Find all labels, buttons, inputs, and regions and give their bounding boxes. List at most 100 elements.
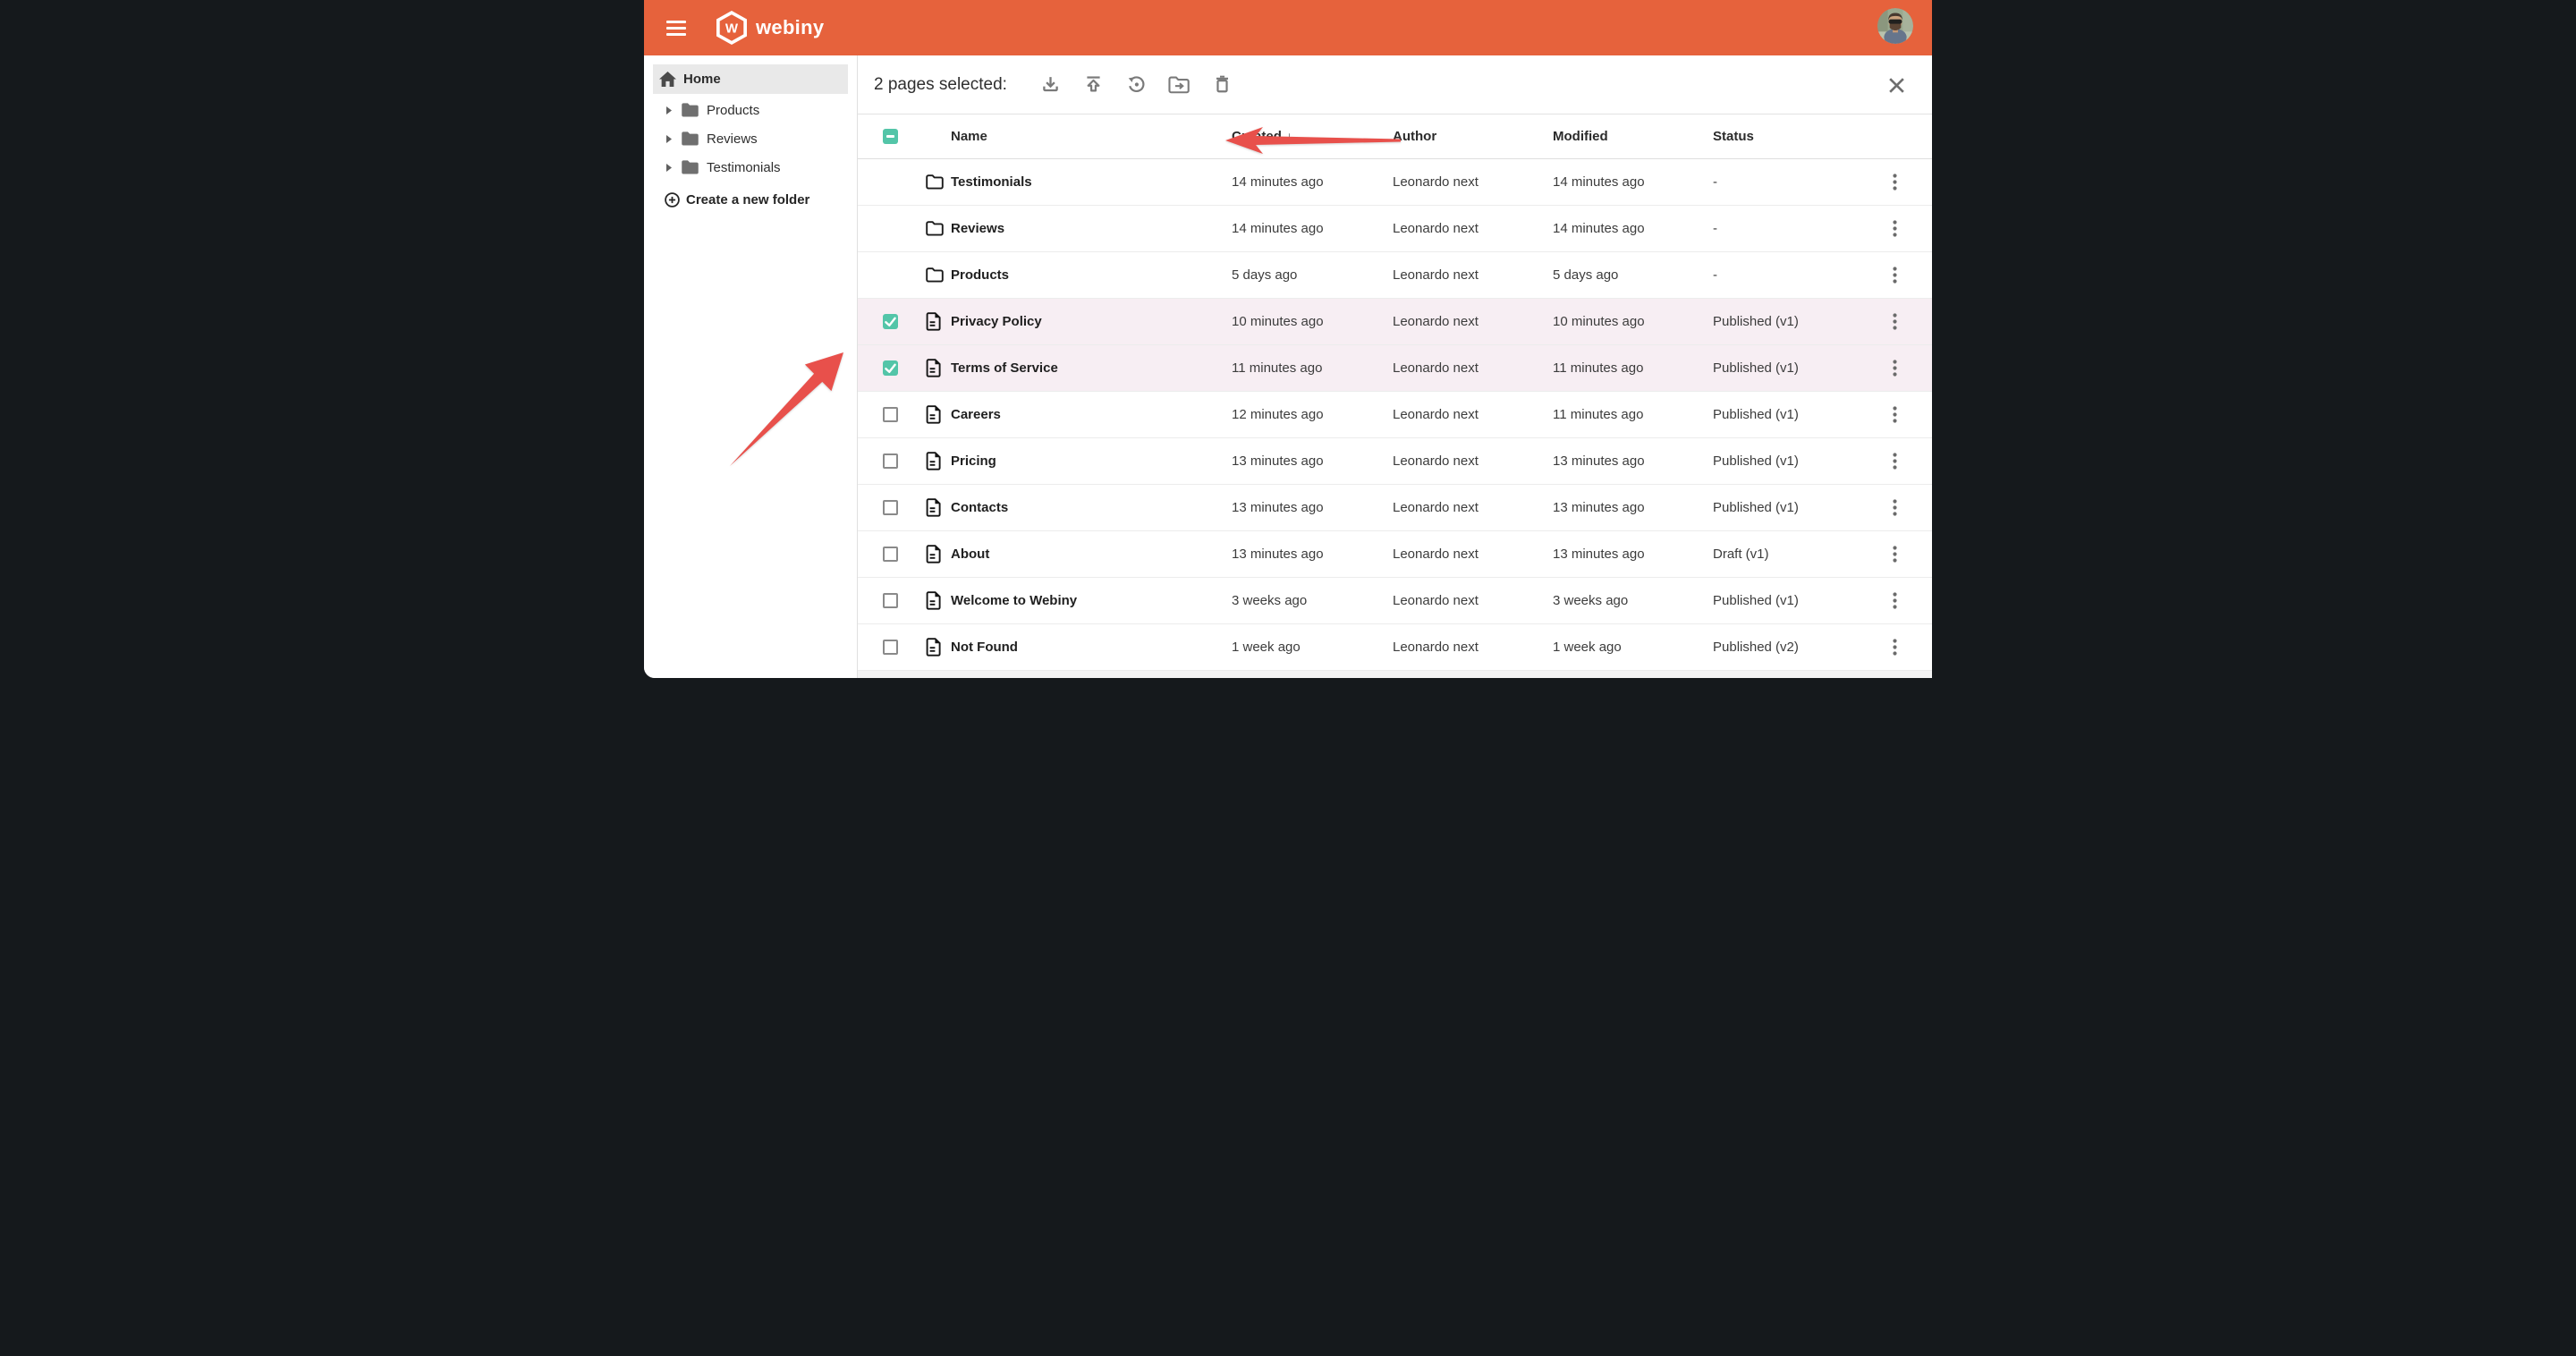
create-new-folder-button[interactable]: Create a new folder xyxy=(644,186,857,213)
selection-actions xyxy=(1020,73,1234,97)
row-checkbox[interactable] xyxy=(883,640,898,655)
table-body: Testimonials14 minutes agoLeonardo next1… xyxy=(858,159,1932,671)
row-modified: 11 minutes ago xyxy=(1553,360,1713,376)
row-author: Leonardo next xyxy=(1393,640,1553,655)
table-row[interactable]: Products5 days agoLeonardo next5 days ag… xyxy=(858,252,1932,299)
webiny-logo: W webiny xyxy=(716,10,824,46)
row-checkbox[interactable] xyxy=(883,500,898,515)
row-menu-kebab-icon[interactable] xyxy=(1883,495,1906,521)
row-name[interactable]: Privacy Policy xyxy=(951,314,1232,329)
row-menu-kebab-icon[interactable] xyxy=(1883,309,1906,335)
row-name[interactable]: Reviews xyxy=(951,221,1232,236)
hamburger-menu-icon[interactable] xyxy=(657,8,696,47)
sidebar-folder-label: Reviews xyxy=(707,131,758,147)
column-header-modified[interactable]: Modified xyxy=(1553,129,1713,144)
row-checkbox[interactable] xyxy=(883,547,898,562)
row-name[interactable]: Careers xyxy=(951,407,1232,422)
column-header-author[interactable]: Author xyxy=(1393,129,1553,144)
table-row[interactable]: About13 minutes agoLeonardo next13 minut… xyxy=(858,531,1932,578)
folder-icon xyxy=(926,221,951,236)
row-author: Leonardo next xyxy=(1393,174,1553,190)
row-created: 14 minutes ago xyxy=(1232,174,1393,190)
row-checkbox[interactable] xyxy=(883,407,898,422)
row-status: Published (v1) xyxy=(1713,453,1857,469)
page-icon xyxy=(926,312,951,331)
row-created: 10 minutes ago xyxy=(1232,314,1393,329)
expand-caret-icon[interactable] xyxy=(666,135,672,143)
restore-icon[interactable] xyxy=(1125,73,1148,97)
close-selection-icon[interactable] xyxy=(1885,74,1907,96)
row-modified: 13 minutes ago xyxy=(1553,453,1713,469)
publish-icon[interactable] xyxy=(1082,73,1106,97)
table-row[interactable]: Testimonials14 minutes agoLeonardo next1… xyxy=(858,159,1932,206)
row-name[interactable]: Contacts xyxy=(951,500,1232,515)
folders-sidebar: Home Products xyxy=(644,55,858,678)
table-row[interactable]: Terms of Service 11 minutes agoLeonardo n… xyxy=(858,345,1932,392)
page-icon xyxy=(926,545,951,564)
expand-caret-icon[interactable] xyxy=(666,106,672,114)
row-menu-kebab-icon[interactable] xyxy=(1883,169,1906,196)
row-menu-kebab-icon[interactable] xyxy=(1883,588,1906,614)
row-checkbox[interactable] xyxy=(883,360,898,376)
sidebar-item-reviews[interactable]: Reviews xyxy=(644,124,857,153)
delete-icon[interactable] xyxy=(1211,73,1234,97)
row-name[interactable]: Pricing xyxy=(951,453,1232,469)
row-created: 13 minutes ago xyxy=(1232,453,1393,469)
row-status: Published (v1) xyxy=(1713,500,1857,515)
table-row[interactable]: Reviews14 minutes agoLeonardo next14 min… xyxy=(858,206,1932,252)
row-menu-kebab-icon[interactable] xyxy=(1883,216,1906,242)
sidebar-item-products[interactable]: Products xyxy=(644,96,857,124)
expand-caret-icon[interactable] xyxy=(666,164,672,172)
row-name[interactable]: About xyxy=(951,547,1232,562)
row-menu-kebab-icon[interactable] xyxy=(1883,402,1906,428)
row-name[interactable]: Welcome to Webiny xyxy=(951,593,1232,608)
row-checkbox[interactable] xyxy=(883,593,898,608)
row-menu-kebab-icon[interactable] xyxy=(1883,262,1906,289)
row-modified: 13 minutes ago xyxy=(1553,500,1713,515)
column-header-name[interactable]: Name xyxy=(951,129,1232,144)
page-icon xyxy=(926,591,951,610)
row-menu-kebab-icon[interactable] xyxy=(1883,541,1906,568)
row-status: Draft (v1) xyxy=(1713,547,1857,562)
column-header-created[interactable]: Created↓ xyxy=(1232,129,1393,144)
top-app-bar: W webiny xyxy=(644,0,1932,55)
table-row[interactable]: Careers12 minutes agoLeonardo next11 min… xyxy=(858,392,1932,438)
row-name[interactable]: Terms of Service xyxy=(951,360,1232,376)
table-row[interactable]: Welcome to Webiny3 weeks agoLeonardo nex… xyxy=(858,578,1932,624)
table-row[interactable]: Privacy Policy10 minutes agoLeonardo nex… xyxy=(858,299,1932,345)
table-row[interactable]: Not Found1 week agoLeonardo next1 week a… xyxy=(858,624,1932,671)
row-created: 1 week ago xyxy=(1232,640,1393,655)
app-screen: W webiny xyxy=(644,0,1932,678)
row-author: Leonardo next xyxy=(1393,360,1553,376)
row-name[interactable]: Products xyxy=(951,267,1232,283)
sort-desc-icon: ↓ xyxy=(1286,129,1292,143)
row-menu-kebab-icon[interactable] xyxy=(1883,448,1906,475)
row-menu-kebab-icon[interactable] xyxy=(1883,634,1906,661)
move-to-folder-icon[interactable] xyxy=(1168,73,1191,97)
sidebar-item-testimonials[interactable]: Testimonials xyxy=(644,153,857,182)
app-shell: W webiny xyxy=(644,0,1932,678)
pages-list-panel: 2 pages selected: xyxy=(858,55,1932,678)
row-menu-kebab-icon[interactable] xyxy=(1883,355,1906,382)
sidebar-item-home[interactable]: Home xyxy=(653,64,848,94)
row-author: Leonardo next xyxy=(1393,314,1553,329)
table-row[interactable]: Contacts13 minutes agoLeonardo next13 mi… xyxy=(858,485,1932,531)
row-checkbox[interactable] xyxy=(883,453,898,469)
column-header-status[interactable]: Status xyxy=(1713,129,1857,144)
row-created: 3 weeks ago xyxy=(1232,593,1393,608)
create-folder-label: Create a new folder xyxy=(686,192,809,208)
select-all-checkbox[interactable] xyxy=(883,129,898,144)
download-icon[interactable] xyxy=(1039,73,1063,97)
row-modified: 1 week ago xyxy=(1553,640,1713,655)
row-created: 14 minutes ago xyxy=(1232,221,1393,236)
row-name[interactable]: Not Found xyxy=(951,640,1232,655)
row-author: Leonardo next xyxy=(1393,407,1553,422)
row-modified: 10 minutes ago xyxy=(1553,314,1713,329)
user-avatar[interactable] xyxy=(1877,8,1913,44)
folder-icon xyxy=(681,159,699,175)
table-row[interactable]: Pricing13 minutes agoLeonardo next13 min… xyxy=(858,438,1932,485)
row-checkbox[interactable] xyxy=(883,314,898,329)
row-name[interactable]: Testimonials xyxy=(951,174,1232,190)
row-status: - xyxy=(1713,174,1857,190)
row-created: 12 minutes ago xyxy=(1232,407,1393,422)
